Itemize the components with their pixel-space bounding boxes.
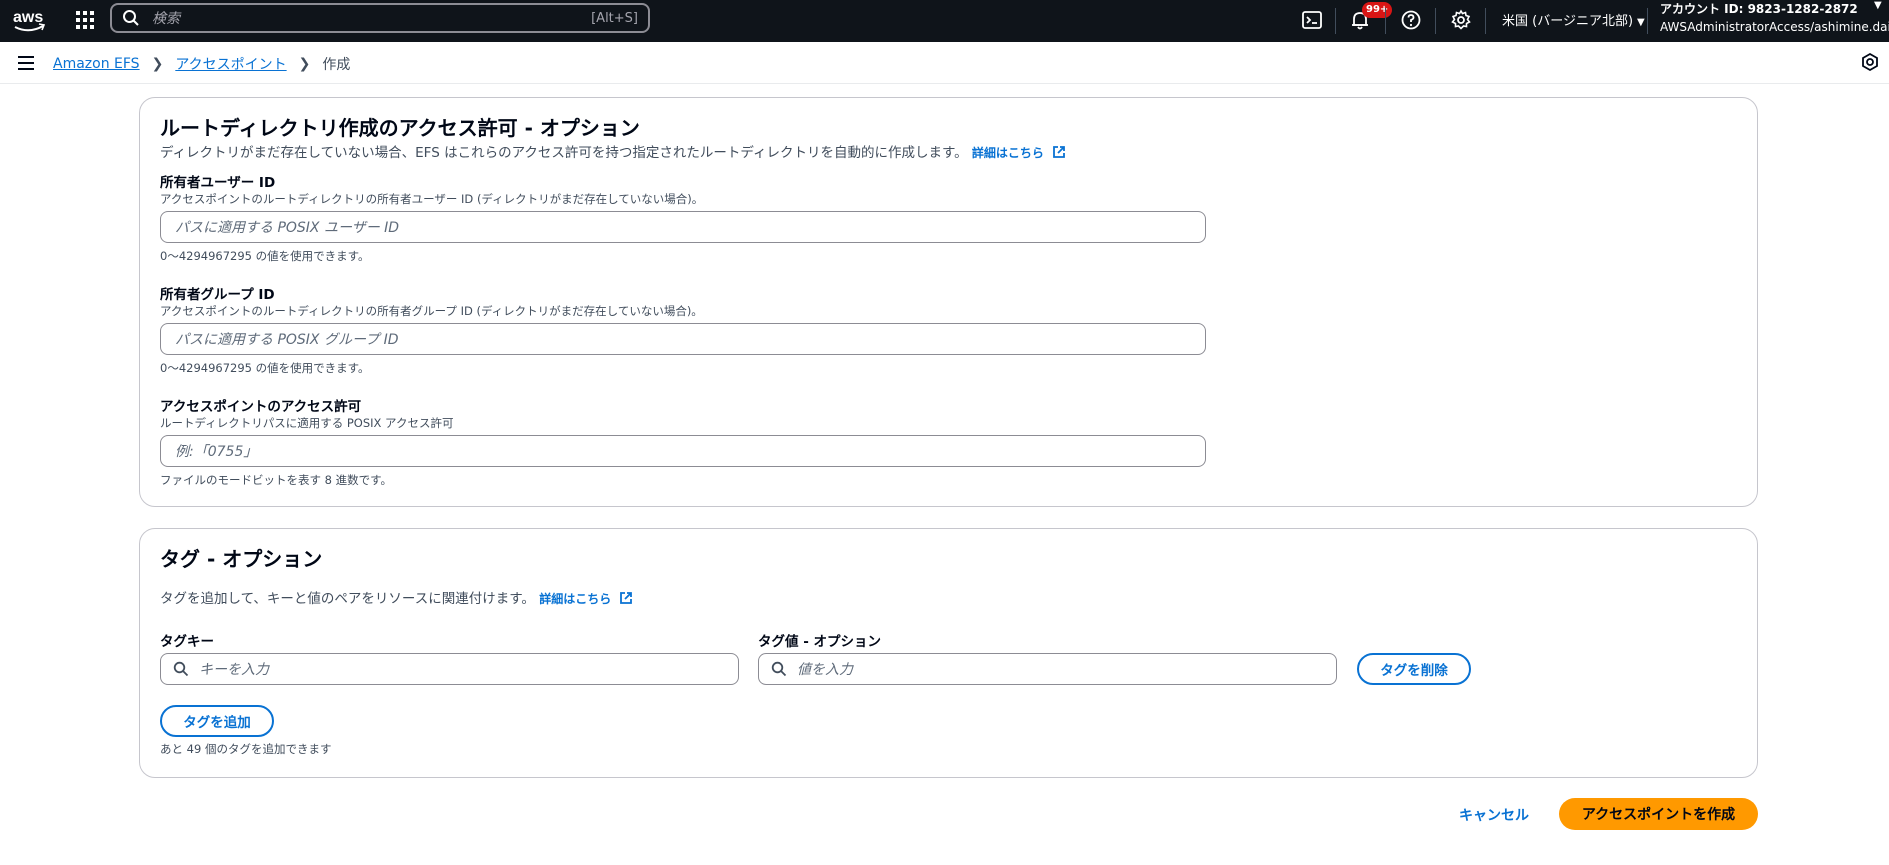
breadcrumb-current: 作成 <box>322 57 351 73</box>
owner-gid-description: アクセスポイントのルートディレクトリの所有者グループ ID (ディレクトリがまだ… <box>160 304 703 318</box>
nav-divider <box>1385 8 1386 34</box>
nav-divider <box>1485 8 1486 34</box>
chevron-right-icon: ❯ <box>151 56 164 72</box>
panel-description-text: タグを追加して、キーと値のペアをリソースに関連付けます。 <box>160 591 535 607</box>
tag-key-placeholder: キーを入力 <box>199 662 269 678</box>
tag-value-placeholder: 値を入力 <box>797 662 853 678</box>
owner-gid-hint: 0〜4294967295 の値を使用できます。 <box>160 361 370 375</box>
region-selector[interactable]: 米国 (バージニア北部) ▼ <box>1502 10 1645 29</box>
breadcrumb: Amazon EFS ❯ アクセスポイント ❯ 作成 <box>53 54 350 74</box>
account-role: AWSAdministratorAccess/ashimine.daichi <box>1660 20 1889 34</box>
panel-title: ルートディレクトリ作成のアクセス許可 - オプション <box>160 116 640 140</box>
help-icon[interactable] <box>1400 9 1422 31</box>
root-directory-permissions-panel: ルートディレクトリ作成のアクセス許可 - オプション ディレクトリがまだ存在して… <box>139 97 1758 507</box>
breadcrumb-link-access-points[interactable]: アクセスポイント <box>175 54 286 74</box>
search-icon <box>173 661 189 677</box>
caret-down-icon: ▼ <box>1637 17 1645 28</box>
create-access-point-button[interactable]: アクセスポイントを作成 <box>1559 798 1758 830</box>
nav-divider <box>1435 8 1436 34</box>
permissions-placeholder: 例:「0755」 <box>175 444 258 460</box>
permissions-label: アクセスポイントのアクセス許可 <box>160 399 362 415</box>
tags-panel: タグ - オプション タグを追加して、キーと値のペアをリソースに関連付けます。 … <box>139 528 1758 778</box>
search-placeholder: 検索 <box>152 11 180 27</box>
account-id: アカウント ID: 9823-1282-2872 <box>1660 2 1858 16</box>
breadcrumb-link-efs[interactable]: Amazon EFS <box>53 56 140 72</box>
tag-value-input[interactable]: 値を入力 <box>758 653 1337 685</box>
account-menu[interactable]: アカウント ID: 9823-1282-2872 AWSAdministrato… <box>1660 0 1889 36</box>
chevron-right-icon: ❯ <box>298 56 311 72</box>
learn-more-label: 詳細はこちら <box>971 146 1044 160</box>
top-navigation: aws 検索 [Alt+S] 99+ 米国 (バージニア北部) ▼ アカウント … <box>0 0 1889 42</box>
svg-text:aws: aws <box>13 9 43 26</box>
notification-badge: 99+ <box>1362 2 1393 18</box>
learn-more-label: 詳細はこちら <box>539 592 612 606</box>
panel-description-text: ディレクトリがまだ存在していない場合、EFS はこれらのアクセス許可を持つ指定さ… <box>160 145 968 161</box>
permissions-input[interactable]: 例:「0755」 <box>160 435 1206 467</box>
hexagon-settings-icon[interactable] <box>1860 52 1880 72</box>
learn-more-link[interactable]: 詳細はこちら <box>539 592 633 606</box>
cancel-button[interactable]: キャンセル <box>1459 805 1529 825</box>
caret-down-icon[interactable]: ▼ <box>1874 0 1882 11</box>
tag-key-input[interactable]: キーを入力 <box>160 653 739 685</box>
breadcrumb-bar: Amazon EFS ❯ アクセスポイント ❯ 作成 <box>0 42 1889 84</box>
nav-divider <box>1335 8 1336 34</box>
owner-uid-placeholder: パスに適用する POSIX ユーザー ID <box>175 220 400 236</box>
remove-tag-button[interactable]: タグを削除 <box>1357 653 1471 685</box>
owner-uid-hint: 0〜4294967295 の値を使用できます。 <box>160 249 370 263</box>
remaining-tags-hint: あと 49 個のタグを追加できます <box>160 742 332 756</box>
search-shortcut: [Alt+S] <box>591 10 638 26</box>
apps-grid-icon[interactable] <box>74 9 96 31</box>
aws-logo[interactable]: aws <box>12 6 46 36</box>
owner-uid-description: アクセスポイントのルートディレクトリの所有者ユーザー ID (ディレクトリがまだ… <box>160 192 704 206</box>
owner-gid-placeholder: パスに適用する POSIX グループ ID <box>175 332 399 348</box>
owner-uid-input[interactable]: パスに適用する POSIX ユーザー ID <box>160 211 1206 243</box>
cloudshell-icon[interactable] <box>1301 9 1323 31</box>
panel-description: タグを追加して、キーと値のペアをリソースに関連付けます。 詳細はこちら <box>160 587 633 607</box>
nav-divider <box>1647 8 1648 34</box>
permissions-description: ルートディレクトリパスに適用する POSIX アクセス許可 <box>160 416 454 430</box>
menu-icon[interactable] <box>16 53 36 73</box>
region-label: 米国 (バージニア北部) <box>1502 14 1634 29</box>
learn-more-link[interactable]: 詳細はこちら <box>972 146 1066 160</box>
panel-title: タグ - オプション <box>160 547 323 571</box>
owner-uid-label: 所有者ユーザー ID <box>160 175 276 191</box>
external-link-icon <box>620 592 633 604</box>
permissions-hint: ファイルのモードビットを表す 8 進数です。 <box>160 473 392 487</box>
search-icon <box>771 661 787 677</box>
tag-value-label: タグ値 - オプション <box>758 634 882 650</box>
panel-description: ディレクトリがまだ存在していない場合、EFS はこれらのアクセス許可を持つ指定さ… <box>160 141 1066 161</box>
owner-gid-label: 所有者グループ ID <box>160 287 275 303</box>
search-icon <box>123 10 139 26</box>
tag-key-label: タグキー <box>160 634 214 650</box>
owner-gid-input[interactable]: パスに適用する POSIX グループ ID <box>160 323 1206 355</box>
add-tag-button[interactable]: タグを追加 <box>160 705 274 737</box>
external-link-icon <box>1053 146 1066 158</box>
gear-icon[interactable] <box>1450 9 1472 31</box>
global-search-input[interactable]: 検索 [Alt+S] <box>110 3 650 33</box>
